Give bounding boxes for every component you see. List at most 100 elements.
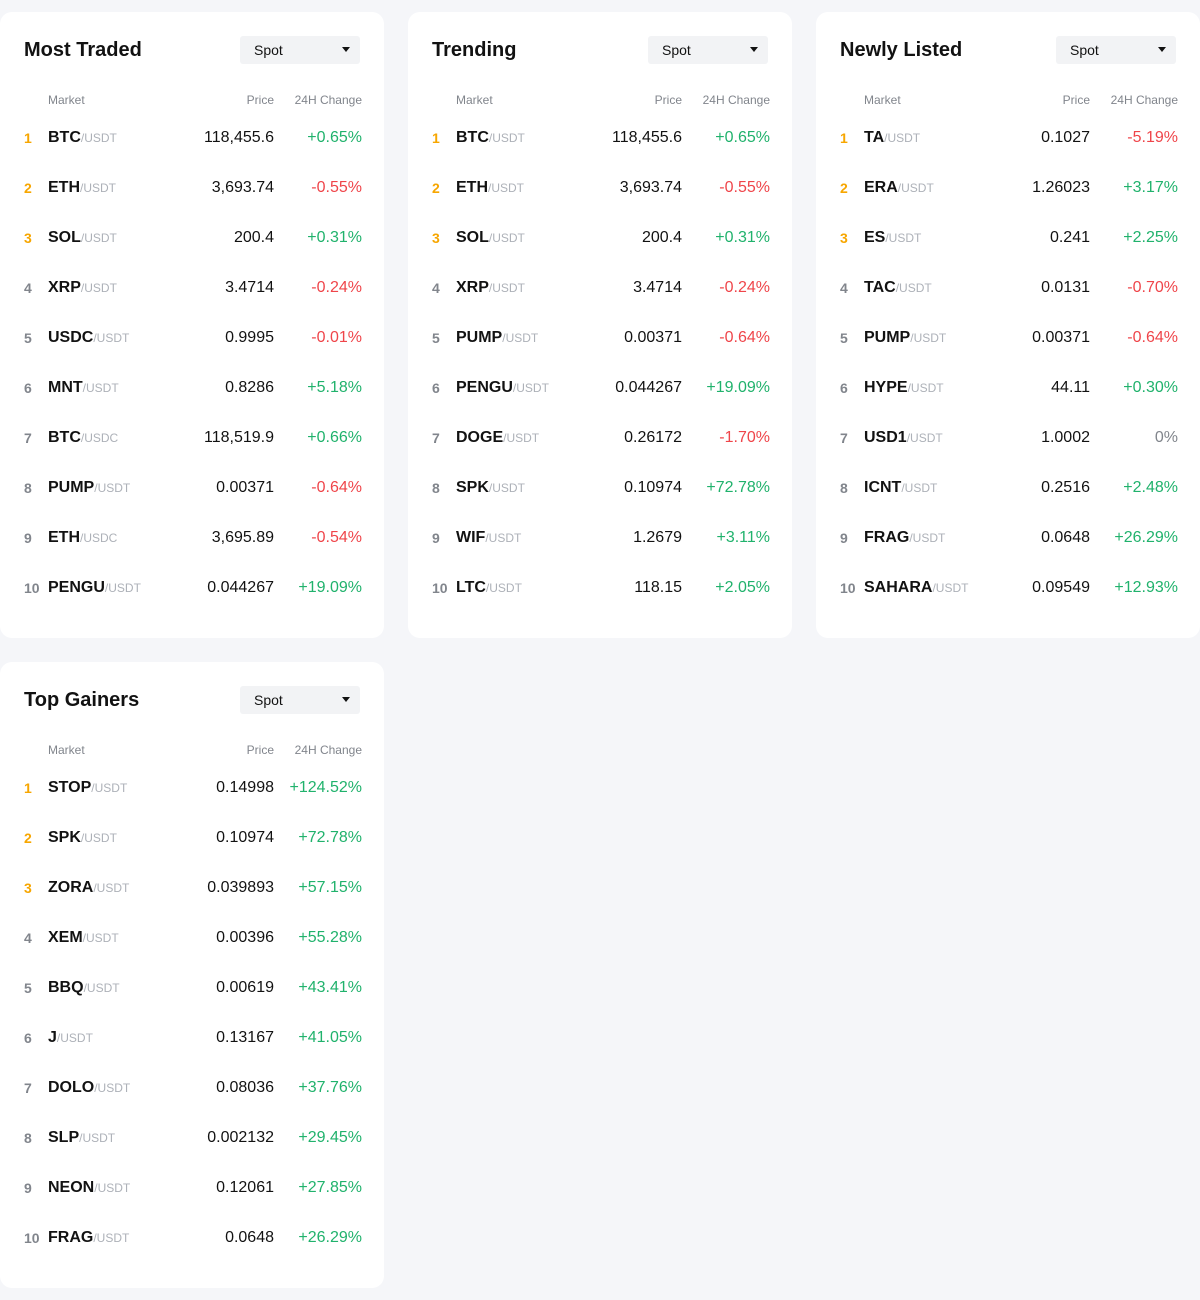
market-row[interactable]: 1 BTC/USDT 118,455.6 +0.65% bbox=[24, 113, 362, 163]
market-row[interactable]: 5 BBQ/USDT 0.00619 +43.41% bbox=[24, 963, 362, 1013]
last-price: 0.0648 bbox=[1041, 529, 1090, 546]
change-24h: -0.55% bbox=[719, 179, 770, 196]
market-row[interactable]: 7 BTC/USDC 118,519.9 +0.66% bbox=[24, 413, 362, 463]
trading-pair[interactable]: SOL/USDT bbox=[48, 229, 117, 247]
market-row[interactable]: 9 NEON/USDT 0.12061 +27.85% bbox=[24, 1163, 362, 1213]
market-row[interactable]: 2 ERA/USDT 1.26023 +3.17% bbox=[840, 163, 1178, 213]
trading-pair[interactable]: WIF/USDT bbox=[456, 529, 521, 547]
trading-pair[interactable]: DOGE/USDT bbox=[456, 429, 539, 447]
market-type-dropdown[interactable]: Spot bbox=[648, 36, 768, 64]
market-row[interactable]: 4 TAC/USDT 0.0131 -0.70% bbox=[840, 263, 1178, 313]
trading-pair[interactable]: ZORA/USDT bbox=[48, 879, 129, 897]
market-row[interactable]: 2 SPK/USDT 0.10974 +72.78% bbox=[24, 813, 362, 863]
row-rank: 7 bbox=[840, 430, 848, 446]
trading-pair[interactable]: TA/USDT bbox=[864, 129, 920, 147]
market-row[interactable]: 7 DOLO/USDT 0.08036 +37.76% bbox=[24, 1063, 362, 1113]
market-row[interactable]: 8 ICNT/USDT 0.2516 +2.48% bbox=[840, 463, 1178, 513]
trading-pair[interactable]: FRAG/USDT bbox=[48, 1229, 129, 1247]
trading-pair[interactable]: LTC/USDT bbox=[456, 579, 522, 597]
trading-pair[interactable]: J/USDT bbox=[48, 1029, 93, 1047]
trading-pair[interactable]: SPK/USDT bbox=[456, 479, 525, 497]
trading-pair[interactable]: ETH/USDT bbox=[456, 179, 524, 197]
row-rank: 10 bbox=[24, 1230, 40, 1246]
trading-pair[interactable]: PENGU/USDT bbox=[456, 379, 549, 397]
change-24h: +2.48% bbox=[1123, 479, 1178, 496]
trading-pair[interactable]: MNT/USDT bbox=[48, 379, 119, 397]
trading-pair[interactable]: PUMP/USDT bbox=[864, 329, 946, 347]
trading-pair[interactable]: BTC/USDC bbox=[48, 429, 118, 447]
market-row[interactable]: 3 ES/USDT 0.241 +2.25% bbox=[840, 213, 1178, 263]
market-type-dropdown[interactable]: Spot bbox=[240, 686, 360, 714]
market-row[interactable]: 8 PUMP/USDT 0.00371 -0.64% bbox=[24, 463, 362, 513]
market-row[interactable]: 4 XEM/USDT 0.00396 +55.28% bbox=[24, 913, 362, 963]
market-type-dropdown[interactable]: Spot bbox=[1056, 36, 1176, 64]
trading-pair[interactable]: USD1/USDT bbox=[864, 429, 943, 447]
trading-pair[interactable]: NEON/USDT bbox=[48, 1179, 130, 1197]
quote-symbol: /USDT bbox=[895, 281, 932, 295]
last-price: 0.2516 bbox=[1041, 479, 1090, 496]
quote-symbol: /USDT bbox=[512, 381, 549, 395]
trading-pair[interactable]: SAHARA/USDT bbox=[864, 579, 968, 597]
trading-pair[interactable]: BTC/USDT bbox=[48, 129, 117, 147]
trading-pair[interactable]: DOLO/USDT bbox=[48, 1079, 130, 1097]
market-row[interactable]: 8 SPK/USDT 0.10974 +72.78% bbox=[432, 463, 770, 513]
trading-pair[interactable]: XRP/USDT bbox=[48, 279, 117, 297]
trading-pair[interactable]: USDC/USDT bbox=[48, 329, 129, 347]
market-row[interactable]: 6 J/USDT 0.13167 +41.05% bbox=[24, 1013, 362, 1063]
market-row[interactable]: 1 STOP/USDT 0.14998 +124.52% bbox=[24, 763, 362, 813]
market-row[interactable]: 10 PENGU/USDT 0.044267 +19.09% bbox=[24, 563, 362, 613]
base-symbol: PENGU bbox=[48, 579, 105, 596]
trading-pair[interactable]: PENGU/USDT bbox=[48, 579, 141, 597]
market-row[interactable]: 6 PENGU/USDT 0.044267 +19.09% bbox=[432, 363, 770, 413]
market-row[interactable]: 4 XRP/USDT 3.4714 -0.24% bbox=[24, 263, 362, 313]
trading-pair[interactable]: PUMP/USDT bbox=[456, 329, 538, 347]
change-24h: +72.78% bbox=[298, 829, 362, 846]
trading-pair[interactable]: XEM/USDT bbox=[48, 929, 119, 947]
market-row[interactable]: 6 MNT/USDT 0.8286 +5.18% bbox=[24, 363, 362, 413]
market-row[interactable]: 2 ETH/USDT 3,693.74 -0.55% bbox=[24, 163, 362, 213]
trading-pair[interactable]: BTC/USDT bbox=[456, 129, 525, 147]
trading-pair[interactable]: HYPE/USDT bbox=[864, 379, 944, 397]
last-price: 118,519.9 bbox=[204, 429, 274, 446]
trading-pair[interactable]: SOL/USDT bbox=[456, 229, 525, 247]
market-row[interactable]: 1 TA/USDT 0.1027 -5.19% bbox=[840, 113, 1178, 163]
trading-pair[interactable]: SLP/USDT bbox=[48, 1129, 115, 1147]
last-price: 3.4714 bbox=[633, 279, 682, 296]
trading-pair[interactable]: TAC/USDT bbox=[864, 279, 932, 297]
dropdown-value: Spot bbox=[254, 692, 283, 708]
card-header: Most Traded Spot bbox=[24, 36, 360, 64]
market-row[interactable]: 10 SAHARA/USDT 0.09549 +12.93% bbox=[840, 563, 1178, 613]
market-row[interactable]: 10 FRAG/USDT 0.0648 +26.29% bbox=[24, 1213, 362, 1263]
trading-pair[interactable]: ETH/USDT bbox=[48, 179, 116, 197]
row-rank: 2 bbox=[840, 180, 848, 196]
market-row[interactable]: 5 PUMP/USDT 0.00371 -0.64% bbox=[840, 313, 1178, 363]
trading-pair[interactable]: XRP/USDT bbox=[456, 279, 525, 297]
market-row[interactable]: 5 USDC/USDT 0.9995 -0.01% bbox=[24, 313, 362, 363]
market-row[interactable]: 2 ETH/USDT 3,693.74 -0.55% bbox=[432, 163, 770, 213]
trading-pair[interactable]: ES/USDT bbox=[864, 229, 921, 247]
market-row[interactable]: 3 SOL/USDT 200.4 +0.31% bbox=[432, 213, 770, 263]
market-row[interactable]: 5 PUMP/USDT 0.00371 -0.64% bbox=[432, 313, 770, 363]
market-row[interactable]: 9 ETH/USDC 3,695.89 -0.54% bbox=[24, 513, 362, 563]
change-24h: +0.31% bbox=[307, 229, 362, 246]
market-row[interactable]: 7 USD1/USDT 1.0002 0% bbox=[840, 413, 1178, 463]
market-row[interactable]: 9 FRAG/USDT 0.0648 +26.29% bbox=[840, 513, 1178, 563]
trading-pair[interactable]: FRAG/USDT bbox=[864, 529, 945, 547]
market-row[interactable]: 10 LTC/USDT 118.15 +2.05% bbox=[432, 563, 770, 613]
market-type-dropdown[interactable]: Spot bbox=[240, 36, 360, 64]
market-row[interactable]: 7 DOGE/USDT 0.26172 -1.70% bbox=[432, 413, 770, 463]
market-row[interactable]: 6 HYPE/USDT 44.11 +0.30% bbox=[840, 363, 1178, 413]
trading-pair[interactable]: SPK/USDT bbox=[48, 829, 117, 847]
market-row[interactable]: 9 WIF/USDT 1.2679 +3.11% bbox=[432, 513, 770, 563]
trading-pair[interactable]: ICNT/USDT bbox=[864, 479, 937, 497]
trading-pair[interactable]: ETH/USDC bbox=[48, 529, 117, 547]
market-row[interactable]: 8 SLP/USDT 0.002132 +29.45% bbox=[24, 1113, 362, 1163]
trading-pair[interactable]: PUMP/USDT bbox=[48, 479, 130, 497]
market-row[interactable]: 4 XRP/USDT 3.4714 -0.24% bbox=[432, 263, 770, 313]
market-row[interactable]: 1 BTC/USDT 118,455.6 +0.65% bbox=[432, 113, 770, 163]
market-row[interactable]: 3 ZORA/USDT 0.039893 +57.15% bbox=[24, 863, 362, 913]
trading-pair[interactable]: BBQ/USDT bbox=[48, 979, 120, 997]
market-row[interactable]: 3 SOL/USDT 200.4 +0.31% bbox=[24, 213, 362, 263]
trading-pair[interactable]: ERA/USDT bbox=[864, 179, 934, 197]
trading-pair[interactable]: STOP/USDT bbox=[48, 779, 127, 797]
